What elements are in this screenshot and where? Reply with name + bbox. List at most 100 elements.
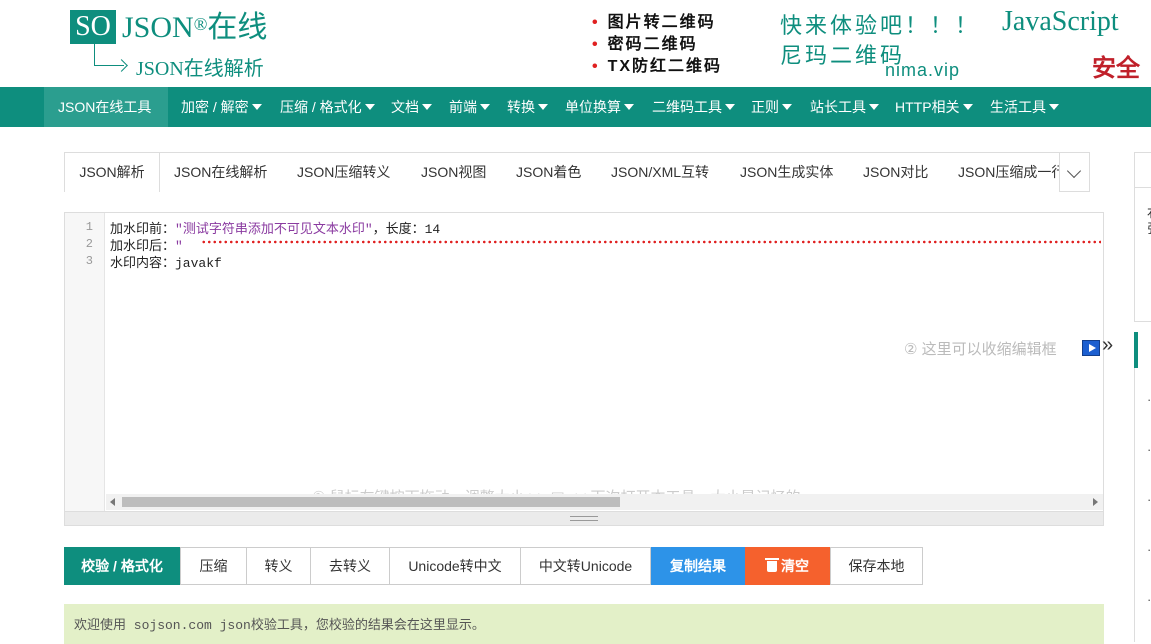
nav-label: 站长工具 bbox=[810, 99, 866, 115]
caret-down-icon bbox=[538, 104, 548, 110]
clear-button[interactable]: 清空 bbox=[745, 547, 831, 585]
horizontal-scrollbar[interactable] bbox=[106, 494, 1103, 510]
logo-registered: ® bbox=[193, 14, 208, 34]
nav-item-frontend[interactable]: 前端 bbox=[449, 87, 490, 127]
grip-icon bbox=[570, 516, 598, 521]
tab-json-color[interactable]: JSON着色 bbox=[516, 153, 581, 192]
escape-button[interactable]: 转义 bbox=[246, 547, 311, 585]
nav-item-encrypt[interactable]: 加密 / 解密 bbox=[181, 87, 262, 127]
nav-label: 前端 bbox=[449, 99, 477, 115]
json-editor[interactable]: 1 2 3 加水印前："测试字符串添加不可见文本水印"，长度：14 加水印后："… bbox=[64, 212, 1104, 512]
side-panel-header bbox=[1134, 152, 1151, 188]
scroll-left-icon[interactable] bbox=[110, 498, 115, 506]
caret-down-icon bbox=[251, 104, 262, 110]
nav-label: 加密 / 解密 bbox=[181, 99, 249, 115]
ad-item[interactable]: TX防红二维码 bbox=[592, 56, 722, 78]
watermark-dots bbox=[201, 239, 1101, 245]
nav-item-http[interactable]: HTTP相关 bbox=[895, 87, 973, 127]
line-gutter: 1 2 3 bbox=[65, 213, 105, 511]
chinese-to-unicode-button[interactable]: 中文转Unicode bbox=[520, 547, 651, 585]
unescape-button[interactable]: 去转义 bbox=[310, 547, 390, 585]
tab-json-entity[interactable]: JSON生成实体 bbox=[740, 153, 833, 192]
unicode-to-chinese-button[interactable]: Unicode转中文 bbox=[389, 547, 521, 585]
ad-javascript[interactable]: JavaScript bbox=[1002, 6, 1119, 38]
caret-down-icon bbox=[624, 104, 634, 110]
nav-item-qrcode[interactable]: 二维码工具 bbox=[652, 87, 735, 127]
nav-item-regex[interactable]: 正则 bbox=[751, 87, 792, 127]
line-number: 1 bbox=[85, 220, 93, 234]
logo-arrow-icon bbox=[94, 44, 124, 66]
nav-label: 压缩 / 格式化 bbox=[280, 99, 362, 115]
side-active-indicator bbox=[1134, 332, 1138, 368]
side-list-item[interactable]: · bbox=[1147, 542, 1151, 557]
nav-label: 生活工具 bbox=[990, 99, 1046, 115]
nav-item-convert[interactable]: 转换 bbox=[507, 87, 548, 127]
logo-box[interactable]: SO bbox=[70, 10, 116, 44]
ad-domain[interactable]: nima.vip bbox=[885, 60, 960, 81]
ad-headline[interactable]: 快来体验吧！！！ bbox=[780, 8, 980, 40]
nav-item-life[interactable]: 生活工具 bbox=[990, 87, 1059, 127]
ad-item[interactable]: 密码二维码 bbox=[592, 34, 722, 56]
nav-label: 正则 bbox=[751, 99, 779, 115]
code-line-3: 水印内容：javakf bbox=[110, 256, 222, 271]
nav-label: HTTP相关 bbox=[895, 99, 960, 115]
tabs-more-button[interactable] bbox=[1059, 152, 1090, 192]
scroll-right-icon[interactable] bbox=[1093, 498, 1098, 506]
nav-item-compress[interactable]: 压缩 / 格式化 bbox=[280, 87, 375, 127]
side-list-item[interactable]: · bbox=[1147, 442, 1151, 457]
nav-item-units[interactable]: 单位换算 bbox=[565, 87, 634, 127]
nav-label: 转换 bbox=[507, 99, 535, 115]
logo-text[interactable]: JSON®在线 bbox=[122, 8, 267, 48]
save-local-button[interactable]: 保存本地 bbox=[830, 547, 923, 585]
caret-down-icon bbox=[725, 104, 735, 110]
nav-item-json-tools[interactable]: JSON在线工具 bbox=[44, 87, 168, 150]
side-list-item[interactable]: · bbox=[1147, 492, 1151, 507]
caret-down-icon bbox=[962, 104, 973, 110]
line-number: 2 bbox=[85, 237, 93, 251]
caret-down-icon bbox=[480, 104, 490, 110]
logo-json: JSON bbox=[122, 11, 194, 44]
trash-icon bbox=[765, 558, 779, 572]
tab-json-compare[interactable]: JSON对比 bbox=[863, 153, 928, 192]
caret-down-icon bbox=[869, 104, 879, 110]
tab-json-parse[interactable]: JSON解析 bbox=[65, 153, 160, 192]
ad-item[interactable]: 图片转二维码 bbox=[592, 12, 722, 34]
ad-banner-list[interactable]: 图片转二维码 密码二维码 TX防红二维码 bbox=[592, 12, 722, 78]
caret-down-icon bbox=[422, 104, 432, 110]
validate-format-button[interactable]: 校验 / 格式化 bbox=[64, 547, 180, 585]
nav-label: 文档 bbox=[391, 99, 419, 115]
collapse-play-icon[interactable] bbox=[1082, 340, 1100, 356]
line-number: 3 bbox=[85, 254, 93, 268]
double-chevron-right-icon[interactable]: » bbox=[1102, 334, 1113, 357]
tab-json-one-line[interactable]: JSON压缩成一行 bbox=[958, 153, 1065, 192]
code-string: "测试字符串添加不可见文本水印" bbox=[175, 222, 373, 237]
resize-handle[interactable] bbox=[64, 511, 1104, 526]
logo-subtitle: JSON在线解析 bbox=[136, 58, 264, 80]
side-list-item[interactable]: · bbox=[1147, 392, 1151, 407]
side-list-item[interactable]: · bbox=[1147, 592, 1151, 607]
tab-json-view[interactable]: JSON视图 bbox=[421, 153, 486, 192]
caret-down-icon bbox=[782, 104, 792, 110]
chevron-down-icon bbox=[1066, 163, 1082, 179]
collapse-hint: ② 这里可以收缩编辑框 bbox=[904, 341, 1057, 358]
clear-label: 清空 bbox=[781, 558, 809, 574]
side-panel: 右 张 · · · · · bbox=[1134, 152, 1151, 642]
nav-label: JSON在线工具 bbox=[58, 99, 152, 115]
tab-json-compress-escape[interactable]: JSON压缩转义 bbox=[297, 153, 390, 192]
copy-result-button[interactable]: 复制结果 bbox=[651, 547, 745, 585]
scrollbar-thumb[interactable] bbox=[122, 497, 620, 507]
result-message: 欢迎使用 sojson.com json校验工具，您校验的结果会在这里显示。 bbox=[64, 604, 1104, 644]
side-panel-box: 右 张 bbox=[1134, 188, 1151, 322]
nav-item-docs[interactable]: 文档 bbox=[391, 87, 432, 127]
side-char: 张 bbox=[1147, 218, 1151, 237]
code-text: ，长度：14 bbox=[372, 222, 441, 237]
nav-item-webmaster[interactable]: 站长工具 bbox=[810, 87, 879, 127]
tab-json-online-parse[interactable]: JSON在线解析 bbox=[174, 153, 267, 192]
compress-button[interactable]: 压缩 bbox=[180, 547, 247, 585]
ad-safe[interactable]: 安全 bbox=[1092, 48, 1140, 83]
caret-down-icon bbox=[61, 144, 71, 150]
nav-label: 二维码工具 bbox=[652, 99, 722, 115]
nav-label: 单位换算 bbox=[565, 99, 621, 115]
tool-tabs: JSON解析 JSON在线解析 JSON压缩转义 JSON视图 JSON着色 J… bbox=[64, 152, 1090, 192]
tab-json-xml[interactable]: JSON/XML互转 bbox=[611, 153, 709, 192]
